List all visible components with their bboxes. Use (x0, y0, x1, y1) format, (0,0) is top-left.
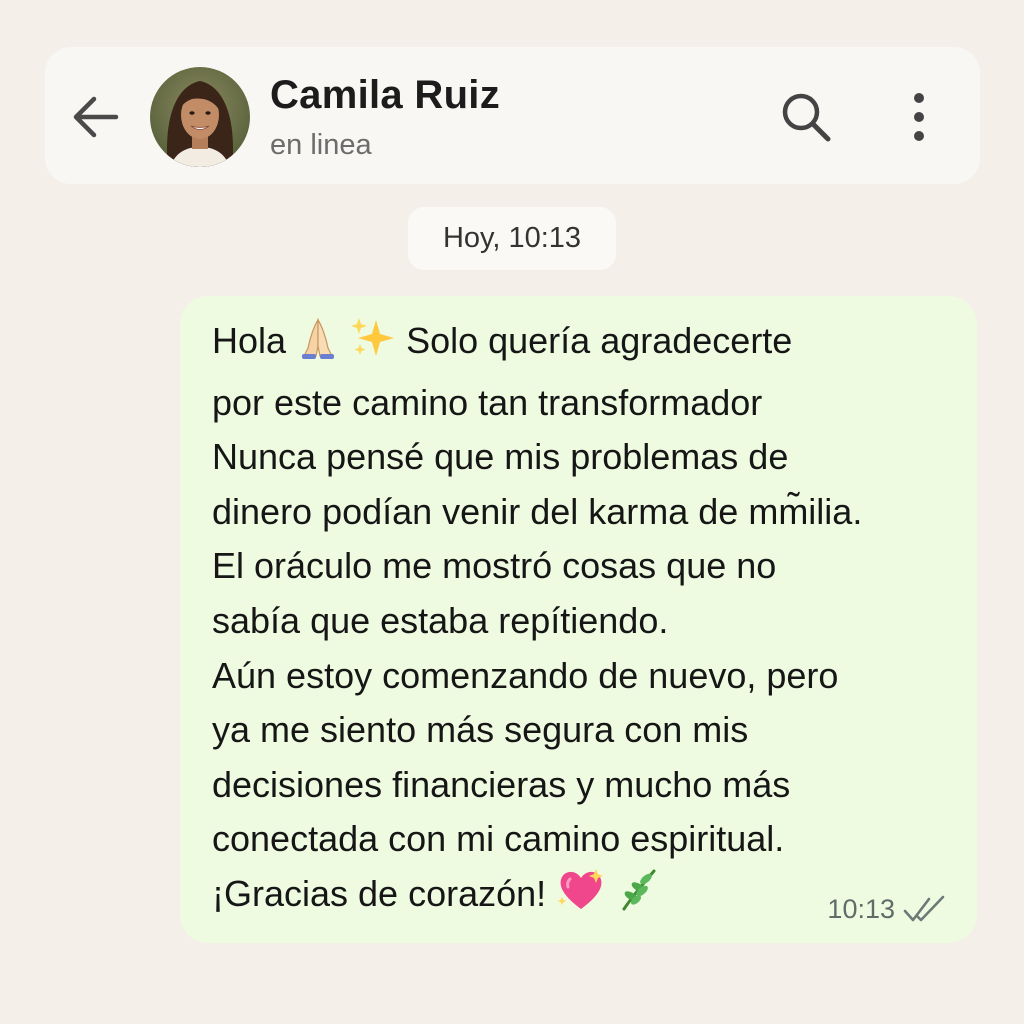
message-line: Hola Solo quería agradecerte (212, 314, 957, 376)
message-meta: 10:13 (827, 894, 949, 925)
search-button[interactable] (778, 89, 834, 145)
sparkling-heart-emoji (556, 867, 606, 929)
contact-name[interactable]: Camila Ruiz (270, 73, 500, 118)
more-vertical-icon (914, 93, 924, 141)
message-text: Solo quería agradecerte (396, 320, 793, 361)
date-separator: Hoy, 10:13 (408, 207, 616, 270)
chat-screen: Camila Ruiz en linea Hoy, 10:13 Hola Sol… (0, 0, 1024, 1024)
message-line: decisiones financieras y mucho más (212, 763, 791, 805)
herb-emoji (616, 867, 660, 929)
double-check-icon (903, 895, 945, 921)
chat-header: Camila Ruiz en linea (45, 47, 980, 184)
message-line: Nunca pensé que mis problemas de (212, 436, 789, 478)
search-icon (782, 93, 831, 142)
contact-status: en linea (270, 129, 372, 161)
message-text: ¡Gracias de corazón! (212, 872, 557, 914)
avatar-photo (150, 67, 250, 167)
message-line: conectada con mi camino espiritual. (212, 818, 785, 860)
message-line: El oráculo me mostró cosas que no (212, 545, 777, 587)
pray-emoji (296, 316, 340, 376)
message-bubble-outgoing[interactable]: Hola Solo quería agradecerte por este ca… (180, 296, 977, 943)
arrow-left-icon (73, 96, 119, 138)
message-line: ya me siento más segura con mis (212, 709, 749, 751)
message-text: Hola (212, 320, 297, 361)
message-line: Aún estoy comenzando de nuevo, pero (212, 654, 839, 696)
message-line: sabía que estaba repítiendo. (212, 599, 669, 641)
back-button[interactable] (67, 89, 123, 145)
message-line: dinero podían venir del karma de mm̃ilia… (212, 490, 863, 532)
message-line: por este camino tan transformador (212, 381, 763, 423)
more-options-button[interactable] (891, 87, 947, 147)
sparkles-emoji (350, 316, 396, 376)
message-time: 10:13 (827, 894, 895, 924)
avatar[interactable] (150, 67, 250, 167)
